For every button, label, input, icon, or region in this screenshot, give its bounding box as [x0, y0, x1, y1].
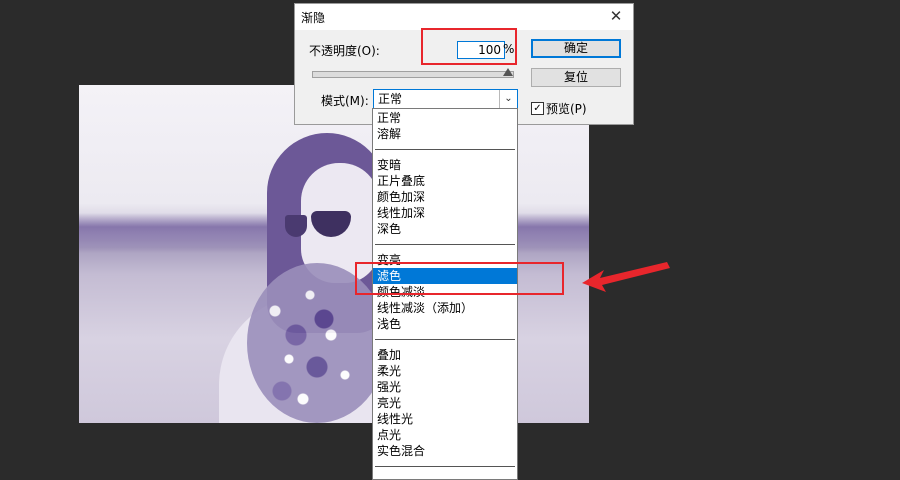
- annotation-arrow-shape: [582, 262, 670, 292]
- arrow-icon: [582, 262, 670, 292]
